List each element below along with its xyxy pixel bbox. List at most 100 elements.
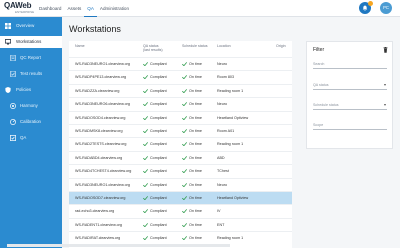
- workstation-name: WS-RAD3NEURO1.clearview.org: [75, 182, 130, 187]
- table-row[interactable]: WS-RAD2TESTS.clearview.org Compliant On ti…: [69, 137, 292, 150]
- schedule-status: On time: [189, 88, 202, 93]
- sidebar-item-label: QC Report: [20, 55, 41, 60]
- check-icon: [143, 62, 148, 66]
- schedule-status: On time: [189, 102, 202, 107]
- check-icon: [143, 155, 148, 160]
- nav-dashboard[interactable]: Dashboard: [36, 0, 64, 17]
- logo-subtitle: ENTERPRISE: [15, 10, 35, 14]
- main-nav: Dashboard Assets QA Administration: [36, 0, 132, 17]
- location: Heartland Optiview: [217, 196, 249, 200]
- workstation-name: WS-RADABD4.clearview.org: [75, 155, 123, 160]
- check-icon: [182, 75, 187, 80]
- column-header-origin[interactable]: Origin: [276, 41, 286, 57]
- harmony-icon: [10, 103, 16, 109]
- table-row[interactable]: WS-RADP4PE13.clearview.org Compliant On ti…: [69, 70, 292, 83]
- workstation-name: WS-RADENT1.clearview.org: [75, 222, 122, 227]
- qa-status-select-label: QA status: [313, 83, 329, 87]
- sidebar-item-qa[interactable]: QA: [0, 132, 62, 144]
- sidebar-item-label: QA: [20, 135, 27, 140]
- location: TChest: [217, 169, 229, 174]
- check-icon: [143, 196, 148, 200]
- workstation-name: WS-RADP4PE13.clearview.org: [75, 75, 127, 80]
- filter-search-input[interactable]: [313, 59, 387, 69]
- qa-status: Compliant: [150, 115, 167, 120]
- workstation-name: WS-RADZZA.clearview.org: [75, 88, 120, 93]
- table-row[interactable]: WS-RADIRAT.clearview.org Compliant On time…: [69, 231, 292, 244]
- sidebar-item-test-results[interactable]: Test results: [0, 68, 62, 80]
- table-row[interactable]: WS-RADABD4.clearview.org Compliant On time…: [69, 150, 292, 164]
- location: Room 803: [217, 75, 235, 80]
- qa-status: Compliant: [150, 236, 167, 241]
- check-icon: [143, 88, 148, 93]
- table-row[interactable]: WS-RAD3NEURO1.clearview.org Compliant On t…: [69, 57, 292, 70]
- check-icon: [143, 182, 148, 187]
- nav-qa[interactable]: QA: [84, 0, 97, 17]
- qa-status: Compliant: [150, 222, 167, 227]
- schedule-status: On time: [189, 196, 202, 200]
- check-icon: [182, 62, 187, 66]
- sidebar-item-label: Harmony: [20, 103, 38, 108]
- sidebar-item-label: Policies: [16, 87, 32, 92]
- sidebar-item-calibration[interactable]: Calibration: [0, 116, 62, 128]
- sidebar-item-policies[interactable]: Policies: [0, 84, 62, 96]
- table-row[interactable]: rad-echo3.clearview.org Compliant On time I…: [69, 204, 292, 217]
- table-row[interactable]: WS-RAD4TCHEST4.clearview.org Compliant On …: [69, 164, 292, 177]
- location: Heartland Optiview: [217, 115, 249, 120]
- check-icon: [182, 142, 187, 147]
- notification-badge: [368, 1, 373, 6]
- column-header-location[interactable]: Location: [217, 41, 231, 57]
- table-row[interactable]: WS-RADOSOD4.clearview.org Compliant On tim…: [69, 110, 292, 124]
- workstations-table: Name QA status (last results) Schedule s…: [69, 41, 292, 248]
- location: Neuro: [217, 182, 228, 187]
- qa-status: Compliant: [150, 88, 167, 93]
- trash-icon[interactable]: [383, 47, 388, 53]
- user-avatar[interactable]: PC: [380, 2, 392, 14]
- check-icon: [182, 196, 187, 200]
- sidebar-item-label: Overview: [16, 23, 35, 28]
- chevron-down-icon: [384, 104, 386, 106]
- table-row[interactable]: WS-RADMSK8.clearview.org Compliant On time…: [69, 124, 292, 137]
- sidebar-item-qc-report[interactable]: QC Report: [0, 52, 62, 64]
- check-icon: [182, 236, 187, 241]
- table-row[interactable]: WS-RAD3NEURO6.clearview.org Compliant On t…: [69, 97, 292, 110]
- location: Reading room 1: [217, 88, 244, 93]
- table-row[interactable]: WS-RADOSOD7.clearview.org Compliant On tim…: [69, 191, 292, 204]
- horizontal-scrollbar[interactable]: [7, 244, 230, 247]
- sidebar-item-overview[interactable]: Overview: [0, 20, 62, 32]
- location: Neuro: [217, 102, 228, 107]
- qaweb-logo[interactable]: QAWeb ENTERPRISE: [4, 1, 35, 15]
- qa-status: Compliant: [150, 75, 167, 80]
- nav-administration[interactable]: Administration: [97, 0, 132, 17]
- table-row[interactable]: WS-RAD3NEURO1.clearview.org Compliant On t…: [69, 177, 292, 191]
- column-header-schedule-status[interactable]: Schedule status: [182, 41, 208, 57]
- schedule-status-select-label: Schedule status: [313, 103, 339, 107]
- check-icon: [182, 182, 187, 187]
- check-icon: [182, 88, 187, 93]
- check-icon: [143, 75, 148, 80]
- qa-status-select[interactable]: QA status: [313, 80, 387, 90]
- table-row[interactable]: WS-RADENT1.clearview.org Compliant On time…: [69, 217, 292, 231]
- check-icon: [182, 222, 187, 227]
- location: ABD: [217, 155, 225, 160]
- qa-status: Compliant: [150, 62, 167, 66]
- check-icon: [143, 169, 148, 174]
- check-icon: [143, 236, 148, 241]
- sidebar: Overview Workstations QC Report Test result…: [0, 17, 62, 248]
- schedule-status: On time: [189, 142, 202, 147]
- table-row[interactable]: WS-RADZZA.clearview.org Compliant On time R…: [69, 83, 292, 97]
- sidebar-item-harmony[interactable]: Harmony: [0, 100, 62, 112]
- check-icon: [182, 155, 187, 160]
- policies-icon: [5, 87, 11, 93]
- qa-status: Compliant: [150, 142, 167, 147]
- nav-assets[interactable]: Assets: [64, 0, 84, 17]
- column-header-name[interactable]: Name: [75, 41, 85, 57]
- qa-status: Compliant: [150, 196, 167, 200]
- column-header-qa-status[interactable]: QA status (last results): [143, 41, 163, 57]
- schedule-status: On time: [189, 169, 202, 174]
- sidebar-item-label: Calibration: [20, 119, 41, 124]
- scope-input[interactable]: [313, 120, 387, 130]
- schedule-status: On time: [189, 155, 202, 160]
- sidebar-item-workstations[interactable]: Workstations: [0, 36, 62, 48]
- schedule-status-select[interactable]: Schedule status: [313, 100, 387, 110]
- workstation-name: WS-RAD4TCHEST4.clearview.org: [75, 169, 132, 174]
